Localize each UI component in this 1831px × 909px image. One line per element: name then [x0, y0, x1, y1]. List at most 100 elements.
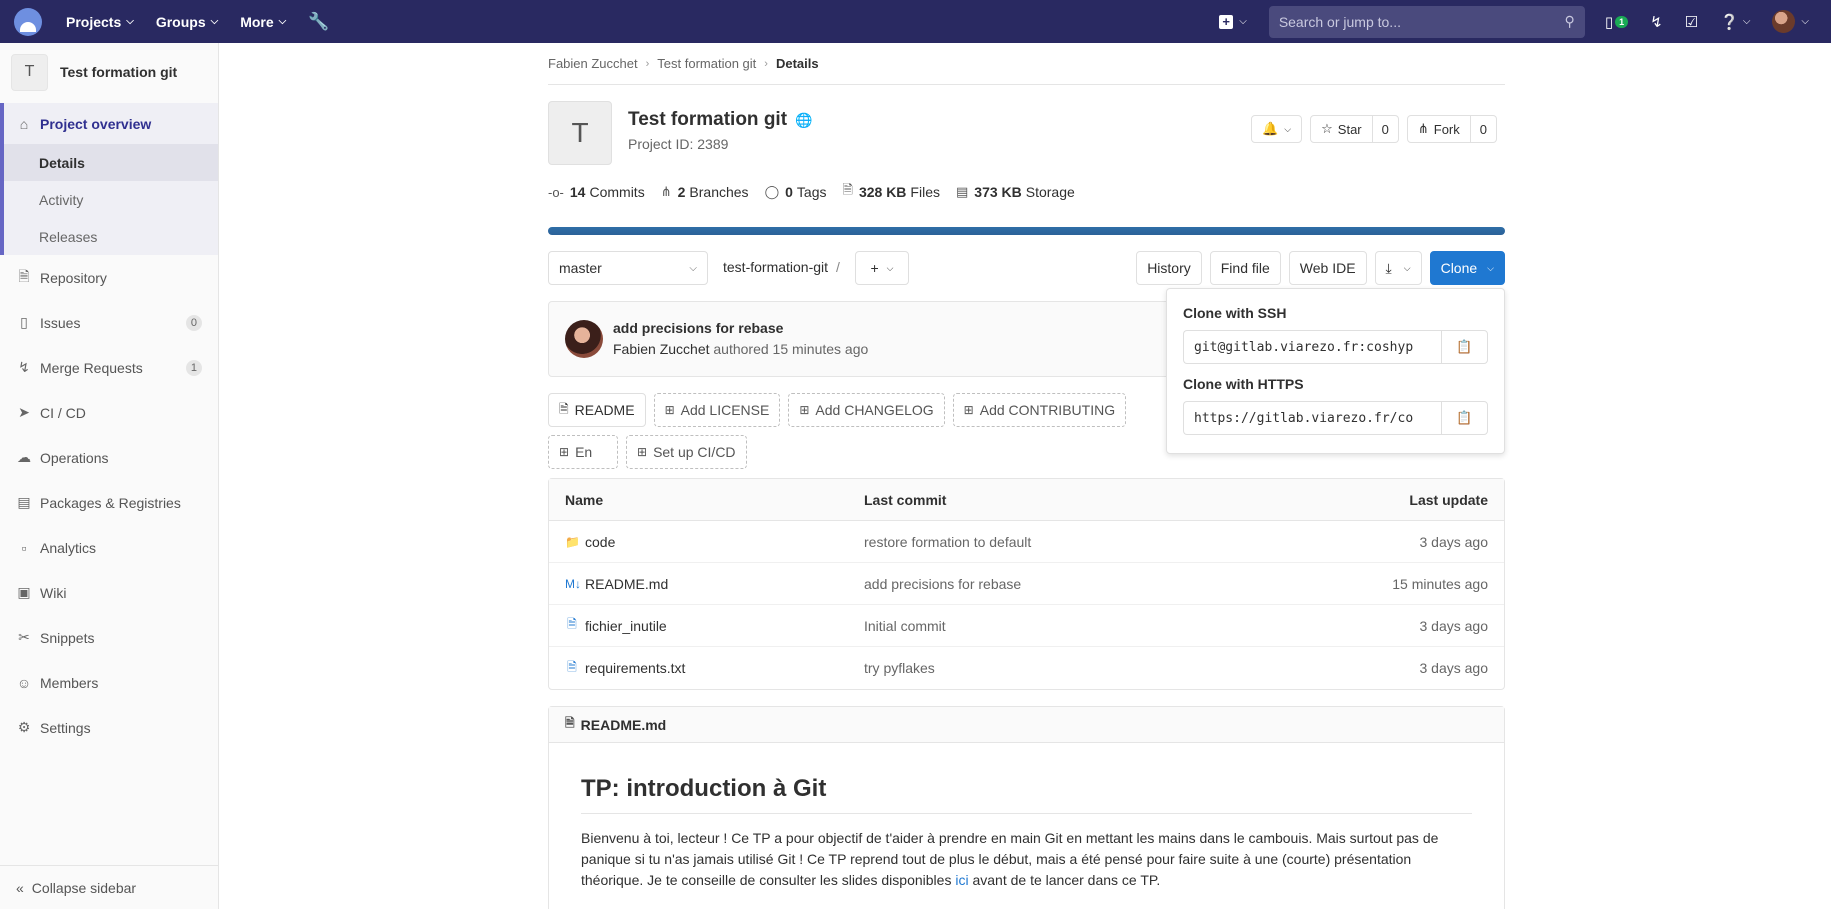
- notification-button[interactable]: 🔔 ⌵: [1251, 115, 1303, 143]
- copy-ssh-button[interactable]: 📋: [1441, 330, 1488, 364]
- branch-select[interactable]: master ⌵: [548, 251, 708, 285]
- table-row[interactable]: 🗎 requirements.txt try pyflakes 3 days ag…: [549, 647, 1504, 689]
- star-count[interactable]: 0: [1372, 115, 1399, 143]
- fork-count[interactable]: 0: [1470, 115, 1497, 143]
- sidebar-item-snippets[interactable]: ✂ Snippets: [0, 615, 218, 660]
- sidebar-item-settings[interactable]: ⚙ Settings: [0, 705, 218, 750]
- projects-menu[interactable]: Projects ⌵: [66, 14, 134, 30]
- breadcrumb-user[interactable]: Fabien Zucchet: [548, 56, 638, 71]
- sidebar-item-details[interactable]: Details: [4, 144, 218, 181]
- file-name[interactable]: M↓ README.md: [565, 576, 668, 592]
- sidebar-item-releases[interactable]: Releases: [4, 218, 218, 255]
- enable-button[interactable]: ⊞ En: [548, 435, 618, 469]
- chevron-down-icon: ⌵: [1403, 262, 1411, 273]
- sidebar-project-header[interactable]: T Test formation git: [0, 43, 218, 101]
- add-license-button[interactable]: ⊞ Add LICENSE: [653, 393, 781, 427]
- file-icon: 🗎: [567, 617, 577, 631]
- file-name[interactable]: 📁 code: [565, 534, 615, 550]
- breadcrumb-project[interactable]: Test formation git: [657, 56, 756, 71]
- tags-stat[interactable]: ◯ 0 Tags: [765, 181, 827, 203]
- find-file-button[interactable]: Find file: [1209, 251, 1281, 285]
- groups-menu[interactable]: Groups ⌵: [156, 14, 218, 30]
- star-group: ☆ Star 0: [1310, 115, 1399, 143]
- home-icon: ⌂: [19, 115, 29, 132]
- row-commit[interactable]: restore formation to default: [864, 534, 1031, 550]
- sidebar-item-project-overview[interactable]: ⌂ Project overview: [4, 103, 218, 144]
- file-name[interactable]: 🗎 fichier_inutile: [565, 615, 667, 636]
- sidebar-item-activity[interactable]: Activity: [4, 181, 218, 218]
- commit-meta: Fabien Zucchet authored 15 minutes ago: [613, 341, 868, 357]
- help-menu[interactable]: ❔ ⌵: [1720, 13, 1750, 31]
- sidebar-item-repository[interactable]: 🗎 Repository: [0, 255, 218, 300]
- sidebar-item-wiki[interactable]: ▣ Wiki: [0, 570, 218, 615]
- copy-https-button[interactable]: 📋: [1441, 401, 1488, 435]
- row-commit[interactable]: add precisions for rebase: [864, 576, 1021, 592]
- project-avatar: T: [11, 53, 48, 91]
- commit-title[interactable]: add precisions for rebase: [613, 320, 783, 336]
- admin-wrench-icon[interactable]: 🔧: [308, 12, 329, 32]
- commit-author[interactable]: Fabien Zucchet: [613, 341, 710, 357]
- collapse-sidebar-button[interactable]: « Collapse sidebar: [0, 865, 218, 909]
- collapse-label: Collapse sidebar: [31, 879, 137, 896]
- todos-nav-button[interactable]: ☑: [1685, 13, 1698, 31]
- fork-group: ⋔ Fork 0: [1406, 115, 1497, 143]
- setup-ci-cd-button[interactable]: ⊞ Set up CI/CD: [626, 435, 747, 469]
- files-stat[interactable]: 🗎 328 KB Files: [843, 181, 940, 203]
- sidebar-item-issues[interactable]: ▯ Issues 0: [0, 300, 218, 345]
- readme-button[interactable]: 🗎 README: [548, 393, 646, 427]
- row-commit[interactable]: Initial commit: [864, 618, 946, 634]
- search-input[interactable]: Search or jump to... ⚲: [1268, 5, 1585, 38]
- table-row[interactable]: 📁 code restore formation to default 3 day…: [549, 521, 1504, 563]
- avatar[interactable]: [565, 320, 603, 358]
- add-changelog-button[interactable]: ⊞ Add CHANGELOG: [788, 393, 945, 427]
- readme-filename[interactable]: README.md: [581, 717, 667, 733]
- search-icon: ⚲: [1564, 13, 1575, 29]
- star-button[interactable]: ☆ Star: [1310, 115, 1373, 143]
- sidebar-item-label: Settings: [40, 719, 91, 736]
- issues-nav-button[interactable]: ▯ 1: [1605, 13, 1629, 31]
- fork-button[interactable]: ⋔ Fork: [1406, 115, 1471, 143]
- user-menu[interactable]: ⌵: [1772, 10, 1809, 33]
- sidebar-item-analytics[interactable]: ▫ Analytics: [0, 525, 218, 570]
- sidebar-item-members[interactable]: ☺ Members: [0, 660, 218, 705]
- more-menu[interactable]: More ⌵: [240, 14, 286, 30]
- ssh-url-field[interactable]: git@gitlab.viarezo.fr:coshyp: [1183, 330, 1441, 364]
- commit-icon: -o-: [548, 184, 564, 200]
- download-button[interactable]: ⤓ ⌵: [1374, 251, 1422, 285]
- branches-stat[interactable]: ⋔ 2 Branches: [661, 181, 749, 203]
- table-row[interactable]: 🗎 fichier_inutile Initial commit 3 days a…: [549, 605, 1504, 647]
- merge-request-icon: ↯: [18, 359, 30, 375]
- sidebar-item-packages[interactable]: ▤ Packages & Registries: [0, 480, 218, 525]
- table-row[interactable]: M↓ README.md add precisions for rebase 15…: [549, 563, 1504, 605]
- file-label: code: [585, 533, 616, 550]
- web-ide-button[interactable]: Web IDE: [1288, 251, 1367, 285]
- branch-icon: ⋔: [660, 184, 672, 199]
- project-title: Test formation git: [628, 109, 788, 130]
- sidebar-item-merge-requests[interactable]: ↯ Merge Requests 1: [0, 345, 218, 390]
- add-contributing-button[interactable]: ⊞ Add CONTRIBUTING: [952, 393, 1127, 427]
- top-navbar: Projects ⌵ Groups ⌵ More ⌵ 🔧 + ⌵ Search or j…: [0, 0, 1831, 43]
- row-commit[interactable]: try pyflakes: [864, 660, 935, 676]
- storage-icon: ▤: [955, 184, 969, 199]
- add-to-tree-button[interactable]: + ⌵: [855, 251, 909, 285]
- file-name[interactable]: 🗎 requirements.txt: [565, 658, 685, 679]
- sidebar-item-ci-cd[interactable]: ➤ CI / CD: [0, 390, 218, 435]
- chip-label: Add CONTRIBUTING: [979, 402, 1116, 418]
- history-button[interactable]: History: [1136, 251, 1202, 285]
- https-url-field[interactable]: https://gitlab.viarezo.fr/co: [1183, 401, 1441, 435]
- storage-stat[interactable]: ▤ 373 KB Storage: [956, 181, 1075, 203]
- commits-stat[interactable]: -o- 14 Commits: [548, 181, 645, 203]
- gitlab-logo-icon[interactable]: [14, 7, 42, 36]
- new-item-dropdown[interactable]: + ⌵: [1219, 14, 1247, 29]
- repo-path-label: test-formation-git: [723, 259, 829, 275]
- plus-square-icon: ⊞: [799, 403, 810, 417]
- sidebar-item-label: Merge Requests: [40, 359, 143, 376]
- slides-link[interactable]: ici: [955, 872, 968, 888]
- repo-path[interactable]: test-formation-git /: [723, 259, 840, 275]
- todo-check-icon: ☑: [1684, 13, 1699, 31]
- merge-requests-nav-button[interactable]: ↯: [1650, 13, 1663, 31]
- clone-button[interactable]: Clone ⌵: [1429, 251, 1505, 285]
- sidebar-item-operations[interactable]: ☁ Operations: [0, 435, 218, 480]
- breadcrumb-current[interactable]: Details: [776, 56, 819, 71]
- chevron-right-icon: ›: [645, 57, 650, 70]
